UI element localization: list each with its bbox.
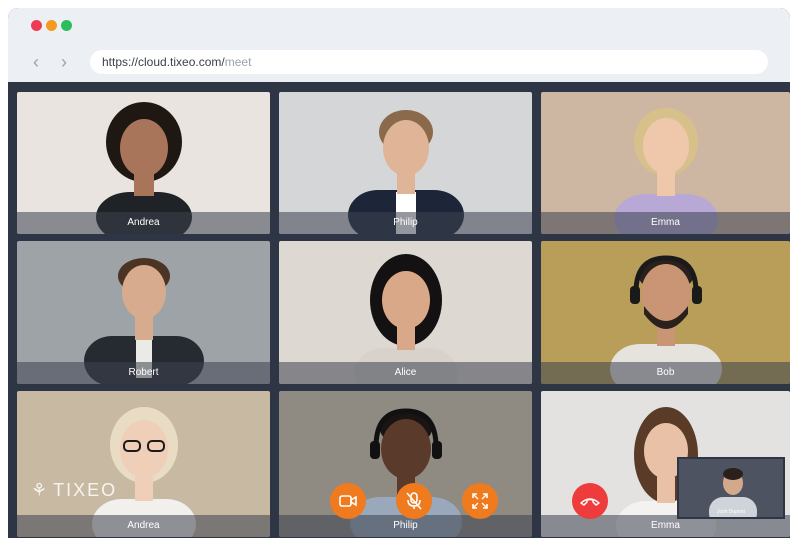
microphone-button[interactable] xyxy=(396,483,432,519)
participant-name: Philip xyxy=(279,212,532,234)
url-base: https://cloud.tixeo.com/ xyxy=(102,55,225,69)
video-tile[interactable]: Robert xyxy=(17,241,270,384)
self-view-label: Josh Dupont xyxy=(716,509,746,515)
tixeo-logo: ⚘ TIXEO xyxy=(31,480,117,501)
video-tile[interactable]: Philip xyxy=(279,92,532,234)
video-tile[interactable]: Emma xyxy=(541,92,790,234)
browser-window: ‹ › https://cloud.tixeo.com/meet Andrea … xyxy=(8,8,790,538)
participant-name: Bob xyxy=(541,362,790,384)
back-icon[interactable]: ‹ xyxy=(28,52,44,72)
participant-name: Robert xyxy=(17,362,270,384)
minimize-window-button[interactable] xyxy=(46,20,57,31)
camera-icon xyxy=(339,495,357,507)
participant-name: Andrea xyxy=(17,515,270,537)
close-window-button[interactable] xyxy=(31,20,42,31)
participant-name: Alice xyxy=(279,362,532,384)
title-bar xyxy=(8,8,790,42)
video-tile[interactable]: Bob xyxy=(541,241,790,384)
hang-up-icon xyxy=(580,498,600,506)
participant-name: Andrea xyxy=(17,212,270,234)
participant-name: Emma xyxy=(541,212,790,234)
forward-icon[interactable]: › xyxy=(56,52,72,72)
logo-icon: ⚘ xyxy=(31,480,50,500)
fullscreen-icon xyxy=(472,493,488,509)
maximize-window-button[interactable] xyxy=(61,20,72,31)
hang-up-button[interactable] xyxy=(572,483,608,519)
logo-text: TIXEO xyxy=(53,480,118,500)
video-tile[interactable]: ⚘ TIXEO Andrea xyxy=(17,391,270,537)
camera-button[interactable] xyxy=(330,483,366,519)
mic-muted-icon xyxy=(406,492,422,510)
address-bar[interactable]: https://cloud.tixeo.com/meet xyxy=(90,50,768,74)
participant-name: Philip xyxy=(279,515,532,537)
video-tile[interactable]: Alice xyxy=(279,241,532,384)
self-view[interactable]: Josh Dupont xyxy=(677,457,785,519)
fullscreen-button[interactable] xyxy=(462,483,498,519)
navigation-bar: ‹ › https://cloud.tixeo.com/meet xyxy=(8,42,790,82)
video-grid: Andrea Philip Emma Robert Alice Bob ⚘ TI… xyxy=(17,92,790,538)
url-path: meet xyxy=(224,55,252,69)
video-tile[interactable]: Andrea xyxy=(17,92,270,234)
